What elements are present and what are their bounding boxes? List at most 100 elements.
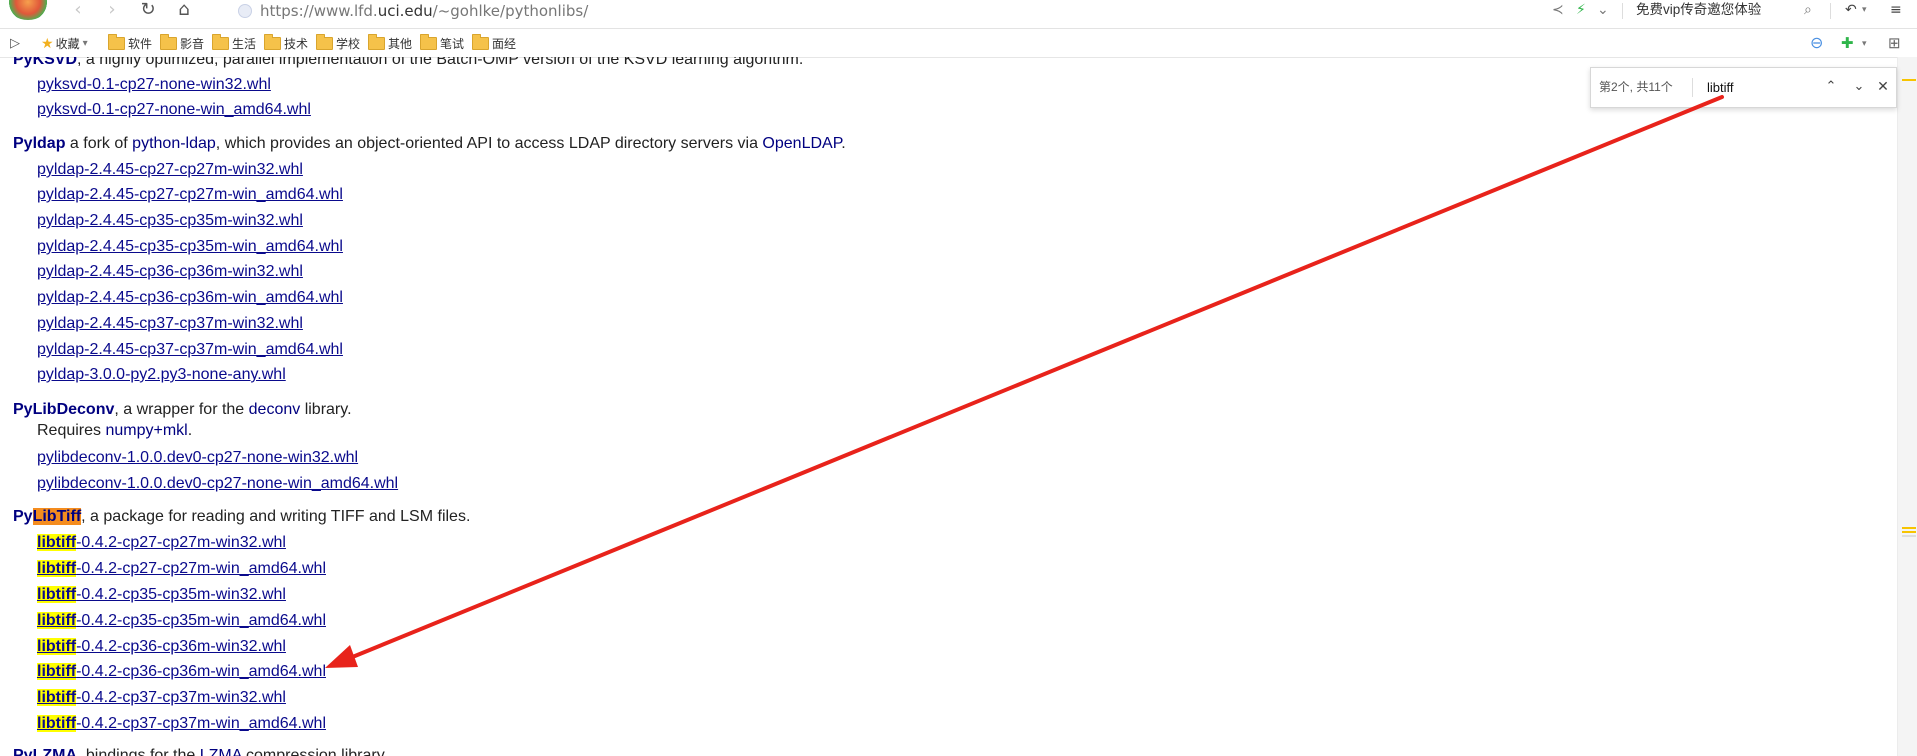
match-marker: [1902, 79, 1916, 81]
home-icon[interactable]: ⌂: [172, 0, 196, 22]
address-bar: ‹ › ↻ ⌂ https://www.lfd.uci.edu/~gohlke/…: [0, 0, 1917, 29]
package-desc-pyksvd: PyKSVD, a highly optimized, parallel imp…: [13, 57, 803, 69]
bookmark-folder[interactable]: 面经: [472, 29, 516, 57]
list-item: pyldap-2.4.45-cp36-cp36m-win_amd64.whl: [37, 289, 343, 307]
download-link[interactable]: pyldap-2.4.45-cp27-cp27m-win32.whl: [37, 161, 303, 178]
match-highlight: libtiff: [37, 638, 77, 655]
list-item: pylibdeconv-1.0.0.dev0-cp27-none-win32.w…: [37, 449, 358, 467]
match-highlight: libtiff: [37, 663, 77, 680]
folder-icon: [316, 33, 333, 50]
share-icon[interactable]: ≺: [1552, 0, 1564, 22]
close-icon[interactable]: ✕: [1873, 77, 1893, 97]
list-item: pyldap-3.0.0-py2.py3-none-any.whl: [37, 366, 286, 384]
undo-icon[interactable]: ↶: [1845, 0, 1857, 22]
list-item: libtiff-0.4.2-cp35-cp35m-win_amd64.whl: [37, 612, 326, 630]
url-text: https://www.lfd.uci.edu/~gohlke/pythonli…: [260, 2, 589, 20]
match-highlight: libtiff: [37, 586, 77, 603]
download-link[interactable]: libtiff-0.4.2-cp36-cp36m-win32.whl: [37, 638, 286, 655]
download-link[interactable]: pyldap-2.4.45-cp36-cp36m-win_amd64.whl: [37, 289, 343, 306]
match-count: 第2个, 共11个: [1599, 80, 1673, 94]
download-link[interactable]: pyldap-3.0.0-py2.py3-none-any.whl: [37, 366, 286, 383]
download-link[interactable]: libtiff-0.4.2-cp36-cp36m-win_amd64.whl: [37, 663, 326, 680]
reference-link[interactable]: numpy+mkl: [105, 422, 187, 439]
reference-link[interactable]: python-ldap: [132, 135, 216, 152]
list-item: libtiff-0.4.2-cp37-cp37m-win_amd64.whl: [37, 715, 326, 733]
package-desc-pylibdeconv: PyLibDeconv, a wrapper for the deconv li…: [13, 401, 352, 418]
minus-circle-icon[interactable]: ⊖: [1810, 29, 1823, 57]
bookmark-folder[interactable]: 软件: [108, 29, 152, 57]
match-marker: [1902, 527, 1916, 529]
download-link[interactable]: pyldap-2.4.45-cp37-cp37m-win_amd64.whl: [37, 341, 343, 358]
package-name-link[interactable]: PyLibDeconv: [13, 401, 114, 418]
folder-icon: [212, 33, 229, 50]
search-icon[interactable]: ⌕: [1804, 0, 1812, 22]
reference-link[interactable]: OpenLDAP: [762, 135, 841, 152]
current-match-highlight: LibTiff: [32, 508, 82, 525]
download-link[interactable]: pyksvd-0.1-cp27-none-win32.whl: [37, 76, 271, 93]
folder-icon: [264, 33, 281, 50]
download-link[interactable]: libtiff-0.4.2-cp27-cp27m-win32.whl: [37, 534, 286, 551]
package-name-link[interactable]: PyLZMA: [13, 747, 77, 756]
download-link[interactable]: pylibdeconv-1.0.0.dev0-cp27-none-win32.w…: [37, 449, 358, 466]
favorites-button[interactable]: ★ 收藏 ▾: [41, 29, 88, 57]
list-item: pyldap-2.4.45-cp36-cp36m-win32.whl: [37, 263, 303, 281]
reference-link[interactable]: LZMA: [200, 747, 242, 756]
next-match-button[interactable]: ⌄: [1849, 77, 1869, 97]
chevron-down-icon: ▾: [82, 37, 88, 49]
lightning-icon[interactable]: ⚡: [1576, 0, 1586, 22]
package-name-link[interactable]: PyKSVD: [13, 57, 77, 68]
chevron-down-icon[interactable]: ⌄: [1597, 0, 1609, 22]
download-link[interactable]: libtiff-0.4.2-cp37-cp37m-win_amd64.whl: [37, 715, 326, 732]
match-highlight: libtiff: [37, 715, 77, 732]
previous-match-button[interactable]: ⌃: [1821, 77, 1841, 97]
divider: [1622, 3, 1623, 19]
bookmark-folder[interactable]: 生活: [212, 29, 256, 57]
chevron-down-icon[interactable]: ▾: [1862, 29, 1867, 57]
download-link[interactable]: pylibdeconv-1.0.0.dev0-cp27-none-win_amd…: [37, 475, 398, 492]
package-desc-pylzma: PyLZMA, bindings for the LZMA compressio…: [13, 747, 388, 756]
find-bar: 第2个, 共11个 ⌃ ⌄ ✕: [1590, 67, 1897, 108]
bookmark-folder[interactable]: 技术: [264, 29, 308, 57]
back-icon[interactable]: ‹: [66, 0, 90, 22]
promo-search-text[interactable]: 免费vip传奇邀您体验: [1636, 0, 1761, 22]
bookmark-folder[interactable]: 其他: [368, 29, 412, 57]
download-link[interactable]: pyksvd-0.1-cp27-none-win_amd64.whl: [37, 101, 311, 118]
find-input[interactable]: [1707, 77, 1787, 97]
match-highlight: libtiff: [37, 560, 77, 577]
star-icon: ★: [41, 34, 54, 51]
download-link[interactable]: libtiff-0.4.2-cp37-cp37m-win32.whl: [37, 689, 286, 706]
download-link[interactable]: libtiff-0.4.2-cp35-cp35m-win_amd64.whl: [37, 612, 326, 629]
sidebar-toggle-icon[interactable]: ▷: [10, 29, 20, 57]
match-highlight: libtiff: [37, 689, 77, 706]
bookmark-folder[interactable]: 影音: [160, 29, 204, 57]
match-highlight: libtiff: [37, 534, 77, 551]
list-item: pyksvd-0.1-cp27-none-win32.whl: [37, 76, 271, 94]
download-link[interactable]: libtiff-0.4.2-cp35-cp35m-win32.whl: [37, 586, 286, 603]
download-link[interactable]: pyldap-2.4.45-cp36-cp36m-win32.whl: [37, 263, 303, 280]
forward-icon[interactable]: ›: [100, 0, 124, 22]
site-info-icon[interactable]: [238, 4, 252, 18]
menu-icon[interactable]: ≡: [1890, 0, 1902, 22]
download-link[interactable]: pyldap-2.4.45-cp35-cp35m-win_amd64.whl: [37, 238, 343, 255]
url-field[interactable]: https://www.lfd.uci.edu/~gohlke/pythonli…: [238, 0, 588, 22]
download-link[interactable]: libtiff-0.4.2-cp27-cp27m-win_amd64.whl: [37, 560, 326, 577]
bookmark-folder[interactable]: 笔试: [420, 29, 464, 57]
reference-link[interactable]: deconv: [249, 401, 301, 418]
list-item: pylibdeconv-1.0.0.dev0-cp27-none-win_amd…: [37, 475, 398, 493]
list-item: libtiff-0.4.2-cp27-cp27m-win_amd64.whl: [37, 560, 326, 578]
vertical-scrollbar[interactable]: [1897, 57, 1917, 756]
download-link[interactable]: pyldap-2.4.45-cp27-cp27m-win_amd64.whl: [37, 186, 343, 203]
scroll-thumb[interactable]: [1902, 535, 1916, 537]
reload-icon[interactable]: ↻: [136, 0, 160, 22]
package-name-link[interactable]: Pyldap: [13, 135, 65, 152]
package-name-link[interactable]: PyLibTiff: [13, 508, 82, 525]
bookmark-folder[interactable]: 学校: [316, 29, 360, 57]
grid-icon[interactable]: ⊞: [1888, 29, 1901, 57]
bookmarks-bar: ▷ ★ 收藏 ▾ 软件 影音 生活 技术 学校 其他 笔试 面经 ⊖ ✚ ▾ ⊞: [0, 29, 1917, 58]
extension-icon[interactable]: ✚: [1841, 29, 1854, 57]
folder-icon: [108, 33, 125, 50]
download-link[interactable]: pyldap-2.4.45-cp35-cp35m-win32.whl: [37, 212, 303, 229]
undo-menu-icon[interactable]: ▾: [1862, 0, 1867, 22]
download-link[interactable]: pyldap-2.4.45-cp37-cp37m-win32.whl: [37, 315, 303, 332]
package-desc-pyldap: Pyldap a fork of python-ldap, which prov…: [13, 135, 846, 152]
